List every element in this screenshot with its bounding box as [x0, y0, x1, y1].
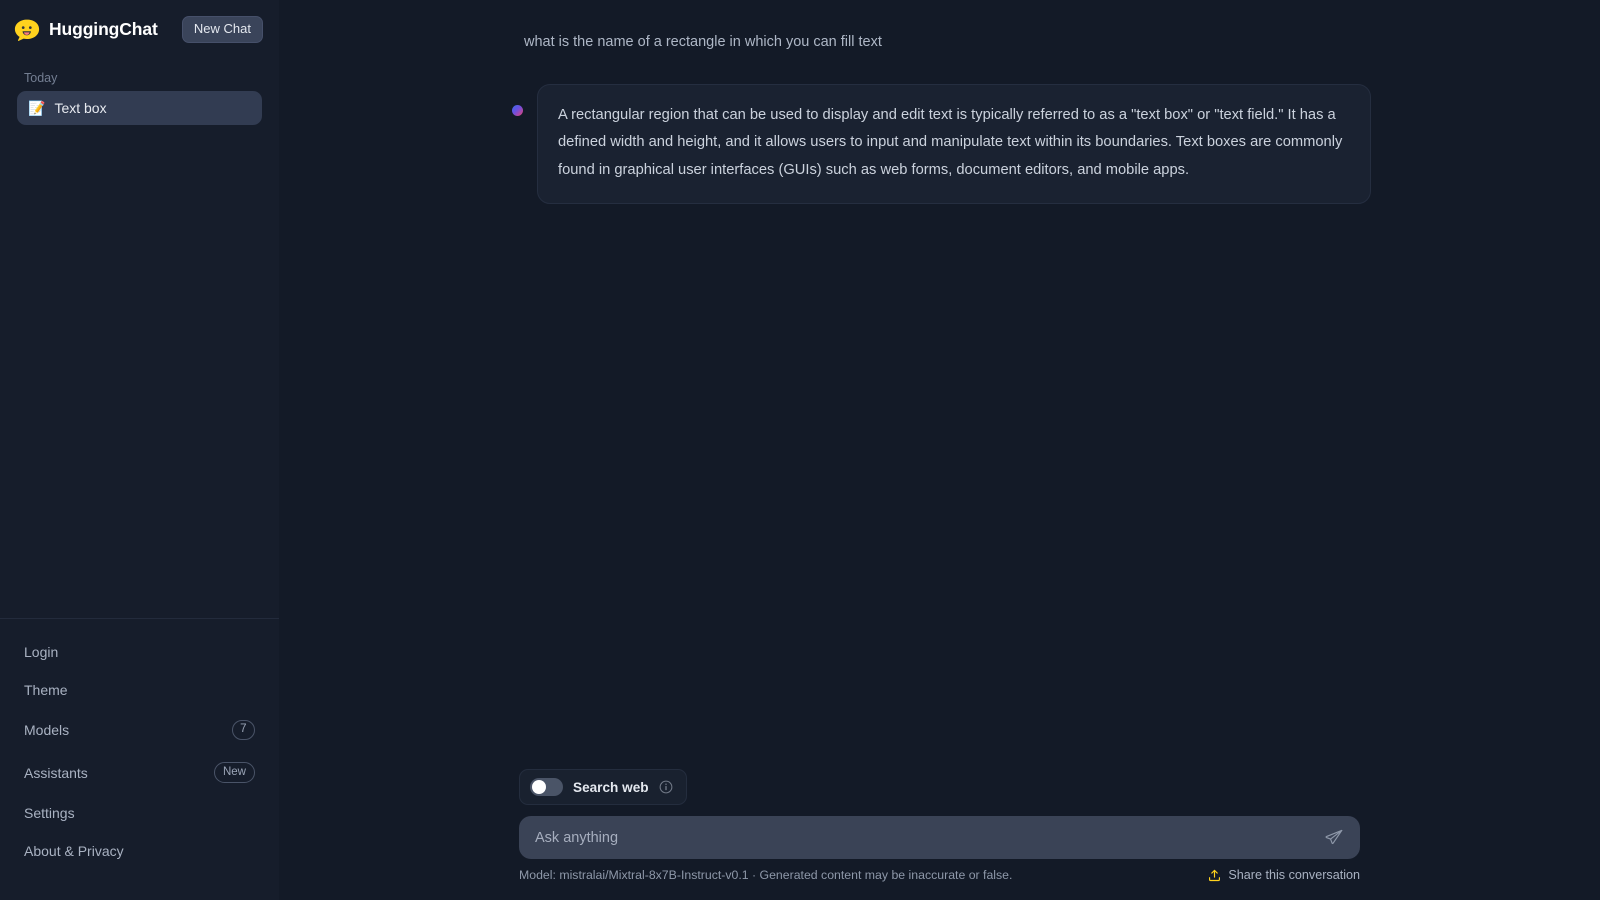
sidebar-item-label: Theme	[24, 681, 68, 698]
conversation-item-title: Text box	[54, 100, 107, 116]
sidebar-menu: Login Theme Models 7 Assistants New Sett…	[0, 619, 279, 900]
assistant-message-row: A rectangular region that can be used to…	[508, 83, 1371, 205]
assistants-new-badge: New	[213, 762, 255, 783]
share-conversation-label: Share this conversation	[1228, 868, 1360, 882]
speech-bubble-smiley-icon	[14, 19, 40, 41]
sidebar-item-theme[interactable]: Theme	[24, 671, 255, 709]
brand-logo-link[interactable]: HuggingChat	[14, 19, 158, 41]
message-input-bar[interactable]	[519, 816, 1360, 859]
sidebar-item-login[interactable]: Login	[24, 633, 255, 671]
info-circle-icon[interactable]	[659, 780, 673, 794]
sidebar-item-settings[interactable]: Settings	[24, 794, 255, 832]
composer-inner: Search web	[519, 769, 1360, 859]
search-web-toggle[interactable]	[530, 778, 563, 796]
sidebar-item-models[interactable]: Models 7	[24, 709, 255, 752]
chat-scroll-area[interactable]: what is the name of a rectangle in which…	[279, 0, 1600, 769]
sidebar-header: HuggingChat New Chat	[0, 0, 279, 59]
search-web-toggle-group[interactable]: Search web	[519, 769, 687, 805]
toggle-knob	[532, 780, 546, 794]
share-conversation-link[interactable]: Share this conversation	[1208, 868, 1360, 882]
search-web-label: Search web	[573, 779, 649, 795]
assistant-avatar	[512, 104, 523, 116]
paper-plane-icon	[1325, 829, 1343, 847]
sidebar-item-label: Login	[24, 643, 59, 660]
assistant-message-text: A rectangular region that can be used to…	[558, 106, 1343, 178]
models-count-badge: 7	[231, 719, 255, 741]
user-message-row: what is the name of a rectangle in which…	[508, 30, 1371, 54]
sidebar-item-label: Assistants	[24, 764, 88, 781]
conversation-list[interactable]: Today 📝 Text box	[0, 59, 279, 618]
conversation-item-text-box[interactable]: 📝 Text box	[17, 91, 262, 125]
upload-arrow-icon	[1208, 869, 1221, 882]
group-label-today: Today	[24, 71, 58, 85]
sidebar-item-about-privacy[interactable]: About & Privacy	[24, 832, 255, 870]
brand-name: HuggingChat	[49, 19, 158, 39]
chat-main: what is the name of a rectangle in which…	[279, 0, 1600, 900]
sidebar-item-label: Settings	[24, 805, 75, 821]
assistant-message-bubble: A rectangular region that can be used to…	[537, 83, 1371, 205]
composer-footer: Model: mistralai/Mixtral-8x7B-Instruct-v…	[519, 868, 1360, 882]
model-disclaimer-text: Model: mistralai/Mixtral-8x7B-Instruct-v…	[519, 868, 1013, 882]
sidebar-item-label: Models	[24, 722, 70, 739]
ask-anything-input[interactable]	[535, 816, 1322, 859]
new-chat-button[interactable]: New Chat	[181, 15, 263, 44]
sidebar-item-label: About & Privacy	[24, 843, 124, 859]
memo-icon: 📝	[28, 100, 46, 116]
send-button[interactable]	[1322, 826, 1346, 850]
composer: Search web Ask anything Model: mistralai…	[279, 769, 1600, 900]
sidebar-item-assistants[interactable]: Assistants New	[24, 751, 255, 794]
conversation-group-today: Today 📝 Text box	[17, 59, 262, 125]
sidebar: HuggingChat New Chat Today 📝 Text box Lo…	[0, 0, 279, 900]
user-message-text: what is the name of a rectangle in which…	[524, 34, 882, 50]
